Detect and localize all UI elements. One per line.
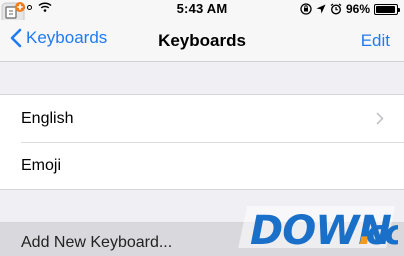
list-item-label: Emoji (21, 156, 62, 174)
portrait-lock-icon (300, 3, 312, 15)
list-item-label: English (21, 109, 74, 127)
status-bar: 5:43 AM 96% (0, 0, 404, 20)
list-item-emoji[interactable]: Emoji (0, 142, 404, 189)
edit-button[interactable]: Edit (361, 31, 390, 51)
watermark-logo: DOWN . cc (238, 206, 398, 252)
keyboards-list: English Emoji (0, 94, 404, 190)
battery-percent: 96% (345, 2, 370, 16)
page-title: Keyboards (158, 31, 246, 50)
battery-fill (376, 5, 396, 13)
location-icon (316, 4, 326, 14)
navigation-bar: Keyboards Keyboards Edit (0, 20, 404, 62)
add-new-keyboard-label: Add New Keyboard... (21, 234, 173, 251)
battery-icon (374, 3, 400, 15)
status-right: 96% (300, 2, 400, 16)
alarm-icon (330, 3, 342, 15)
chevron-right-icon (376, 112, 384, 125)
svg-text:cc: cc (366, 213, 398, 252)
list-item-english[interactable]: English (0, 95, 404, 142)
